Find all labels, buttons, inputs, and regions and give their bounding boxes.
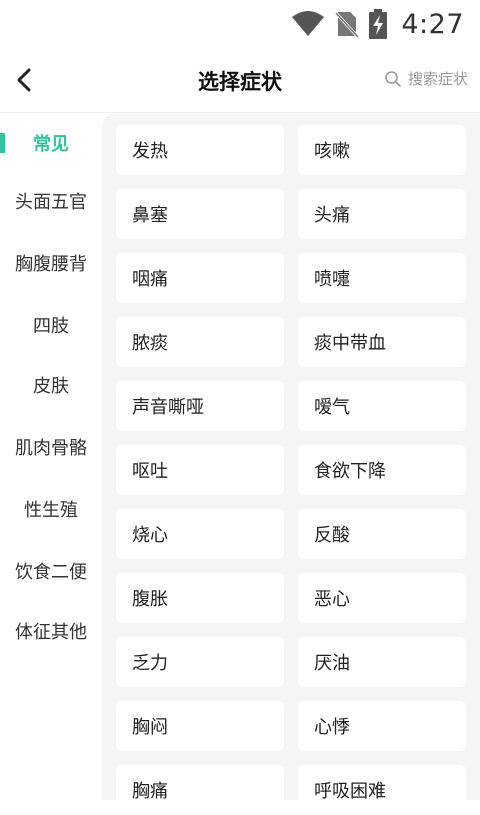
back-arrow-icon — [17, 68, 31, 92]
sidebar-item-label: 皮肤 — [33, 376, 69, 397]
symptom-item[interactable]: 嗳气 — [298, 381, 466, 431]
symptom-item[interactable]: 呕吐 — [116, 445, 284, 495]
sidebar-item-diet-excretion[interactable]: 饮食二便 — [0, 541, 102, 601]
sidebar-item-common[interactable]: 常见 — [0, 113, 102, 173]
symptom-item[interactable]: 咽痛 — [116, 253, 284, 303]
sidebar-item-head-face[interactable]: 头面五官 — [0, 171, 102, 231]
wifi-icon — [291, 11, 325, 37]
sidebar-item-label: 胸腹腰背 — [15, 254, 87, 275]
no-sim-icon — [335, 10, 360, 38]
sidebar-item-label: 头面五官 — [15, 192, 87, 213]
symptom-item[interactable]: 头痛 — [298, 189, 466, 239]
active-indicator — [0, 133, 5, 153]
symptom-item[interactable]: 咳嗽 — [298, 125, 466, 175]
symptom-item[interactable]: 呼吸困难 — [298, 765, 466, 815]
symptom-item[interactable]: 声音嘶哑 — [116, 381, 284, 431]
app-header: 选择症状 搜索症状 — [0, 48, 480, 112]
sidebar-item-label: 常见 — [33, 134, 69, 155]
symptom-item[interactable]: 腹胀 — [116, 573, 284, 623]
symptom-item[interactable]: 喷嚏 — [298, 253, 466, 303]
category-sidebar: 常见 头面五官 胸腹腰背 四肢 皮肤 肌肉骨骼 性生殖 饮食二便 体征其他 — [0, 113, 102, 800]
symptom-item[interactable]: 痰中带血 — [298, 317, 466, 367]
sidebar-item-label: 四肢 — [33, 316, 69, 337]
symptom-item[interactable]: 乏力 — [116, 637, 284, 687]
symptom-item[interactable]: 心悸 — [298, 701, 466, 751]
symptom-item[interactable]: 鼻塞 — [116, 189, 284, 239]
symptom-item[interactable]: 脓痰 — [116, 317, 284, 367]
sidebar-item-label: 饮食二便 — [15, 562, 87, 583]
sidebar-item-musculoskeletal[interactable]: 肌肉骨骼 — [0, 417, 102, 477]
battery-charging-icon — [369, 9, 388, 39]
status-bar: 4:27 — [0, 0, 480, 48]
sidebar-item-reproductive[interactable]: 性生殖 — [0, 479, 102, 539]
symptom-item[interactable]: 烧心 — [116, 509, 284, 559]
status-time: 4:27 — [401, 8, 464, 40]
symptom-item[interactable]: 厌油 — [298, 637, 466, 687]
symptom-item[interactable]: 胸痛 — [116, 765, 284, 815]
search-button[interactable]: 搜索症状 — [384, 68, 468, 89]
symptom-item[interactable]: 恶心 — [298, 573, 466, 623]
sidebar-item-skin[interactable]: 皮肤 — [0, 355, 102, 415]
symptom-grid: 发热 咳嗽 鼻塞 头痛 咽痛 喷嚏 脓痰 痰中带血 声音嘶哑 嗳气 呕吐 食欲下… — [116, 125, 468, 815]
sidebar-item-limbs[interactable]: 四肢 — [0, 295, 102, 355]
sidebar-item-signs-other[interactable]: 体征其他 — [0, 601, 102, 661]
sidebar-item-chest-back[interactable]: 胸腹腰背 — [0, 233, 102, 293]
sidebar-item-label: 肌肉骨骼 — [15, 438, 87, 459]
sidebar-item-label: 性生殖 — [24, 500, 78, 521]
search-label: 搜索症状 — [407, 70, 468, 88]
symptom-panel: 发热 咳嗽 鼻塞 头痛 咽痛 喷嚏 脓痰 痰中带血 声音嘶哑 嗳气 呕吐 食欲下… — [102, 113, 480, 815]
search-icon — [385, 70, 401, 87]
symptom-item[interactable]: 胸闷 — [116, 701, 284, 751]
symptom-item[interactable]: 食欲下降 — [298, 445, 466, 495]
symptom-item[interactable]: 反酸 — [298, 509, 466, 559]
sidebar-item-label: 体征其他 — [15, 622, 87, 643]
back-button[interactable] — [6, 62, 42, 98]
symptom-item[interactable]: 发热 — [116, 125, 284, 175]
